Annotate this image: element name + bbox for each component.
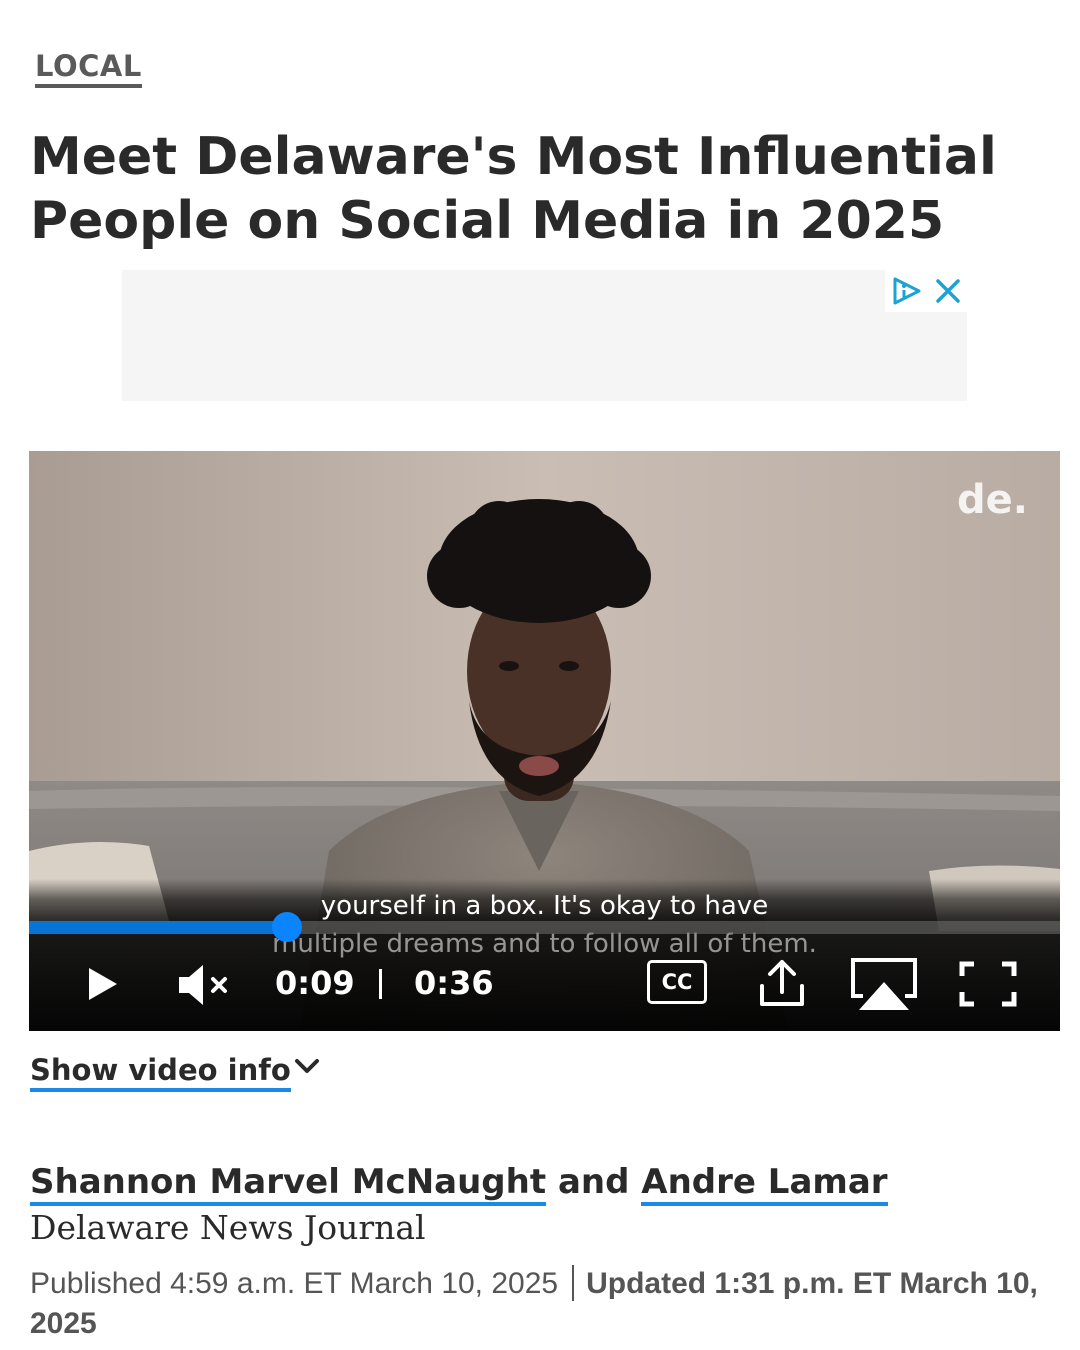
muted-speaker-icon[interactable] — [177, 963, 233, 1007]
headline: Meet Delaware's Most Influential People … — [30, 127, 997, 251]
adchoices-icon[interactable] — [891, 276, 923, 306]
author-link-2[interactable]: Andre Lamar — [641, 1162, 888, 1206]
time-separator — [379, 969, 382, 999]
byline-conjunction: and — [557, 1162, 630, 1202]
ad-controls — [885, 270, 967, 312]
play-icon[interactable] — [87, 966, 119, 1002]
ad-banner[interactable] — [122, 270, 967, 401]
date-divider — [572, 1265, 575, 1301]
progress-scrubber[interactable] — [271, 912, 302, 942]
chevron-down-icon[interactable] — [294, 1058, 320, 1076]
byline: Shannon Marvel McNaught and Andre Lamar — [30, 1160, 888, 1206]
show-video-info-link[interactable]: Show video info — [30, 1052, 291, 1092]
airplay-icon[interactable] — [849, 956, 919, 1012]
current-time: 0:09 — [275, 964, 355, 1002]
share-icon[interactable] — [757, 958, 807, 1010]
video-player[interactable]: de. yourself in a box. It's okay to have… — [29, 451, 1060, 1031]
published-date: Published 4:59 a.m. ET March 10, 2025 — [30, 1267, 559, 1300]
brand-watermark: de. — [957, 477, 1028, 523]
author-link-1[interactable]: Shannon Marvel McNaught — [30, 1162, 547, 1206]
duration: 0:36 — [414, 964, 494, 1002]
publication-name: Delaware News Journal — [30, 1208, 426, 1247]
progress-bar[interactable] — [29, 912, 1060, 942]
close-icon[interactable] — [935, 278, 961, 304]
closed-captions-button[interactable]: CC — [647, 960, 707, 1004]
progress-fill — [29, 921, 287, 934]
article-dates: Published 4:59 a.m. ET March 10, 2025 Upd… — [30, 1264, 1060, 1344]
section-label[interactable]: LOCAL — [35, 50, 142, 88]
fullscreen-icon[interactable] — [959, 961, 1017, 1007]
caption-line-1: yourself in a box. It's okay to have — [320, 891, 769, 921]
